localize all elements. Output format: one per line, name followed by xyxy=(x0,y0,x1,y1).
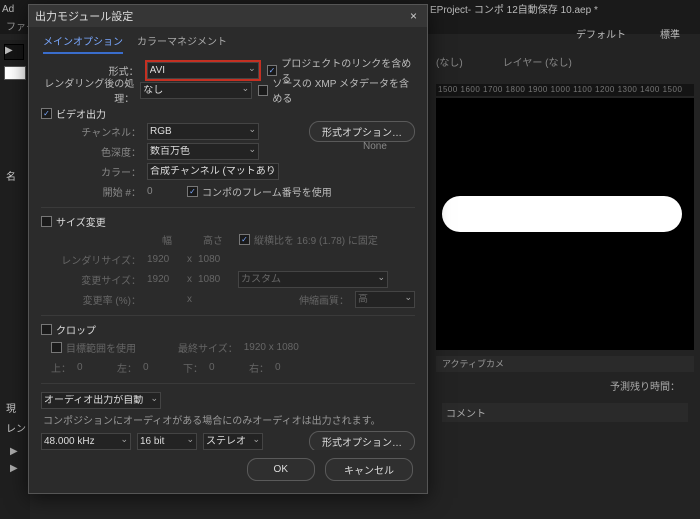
audio-hz-select[interactable]: 48.000 kHz xyxy=(41,433,131,450)
predicted-time-label: 予測残り時間： xyxy=(442,378,688,393)
format-select[interactable]: AVI xyxy=(147,62,259,79)
play-icon[interactable]: ▶ xyxy=(10,446,18,457)
width-header: 幅 xyxy=(147,232,187,247)
height-header: 高さ xyxy=(193,232,233,247)
render-progress-pill xyxy=(442,196,682,232)
audio-format-options-button[interactable]: 形式オプション… xyxy=(309,431,415,451)
start-number-input[interactable] xyxy=(147,186,181,197)
crop-top-label: 上： xyxy=(51,360,71,375)
tab-color-management[interactable]: カラーマネジメント xyxy=(137,33,227,54)
dialog-titlebar: 出力モジュール設定 × xyxy=(29,5,427,27)
name-column-header: 名 xyxy=(6,168,16,183)
final-size-value: 1920 x 1080 xyxy=(244,342,299,353)
video-output-checkbox[interactable] xyxy=(41,108,52,119)
render-label: レン xyxy=(6,420,26,435)
codec-none-text: None xyxy=(363,141,387,152)
resize-height xyxy=(198,274,232,285)
audio-mode-select[interactable]: ステレオ xyxy=(203,433,263,450)
resize-preset-select: カスタム xyxy=(238,271,388,288)
crop-right-label: 右： xyxy=(249,360,269,375)
close-icon[interactable]: × xyxy=(406,9,421,23)
start-number-label: 開始 #： xyxy=(51,184,141,199)
bottom-tab-active-camera[interactable]: アクティブカメ xyxy=(442,357,504,371)
use-comp-frame-checkbox[interactable]: コンポのフレーム番号を使用 xyxy=(187,184,332,199)
window-title: EProject- コンポ 12自動保存 10.aep * xyxy=(430,1,598,16)
viewer-tabs: (なし) レイヤー (なし) xyxy=(436,54,572,69)
resize-pct-h xyxy=(198,294,232,305)
resize-width xyxy=(147,274,181,285)
color-select[interactable]: 合成チャンネル (マットあり) xyxy=(147,163,279,180)
resize-label: サイズ変更 xyxy=(56,214,106,229)
format-options-button[interactable]: 形式オプション… xyxy=(309,121,415,142)
lock-aspect-label: 縦横比を 16:9 (1.78) に固定 xyxy=(254,232,378,247)
viewer-tab-layer[interactable]: レイヤー (なし) xyxy=(503,54,572,69)
crop-checkbox[interactable] xyxy=(41,324,52,335)
crop-left-label: 左： xyxy=(117,360,137,375)
use-comp-frame-label: コンポのフレーム番号を使用 xyxy=(202,184,332,199)
viewer-tab-none[interactable]: (なし) xyxy=(436,54,463,69)
ok-button[interactable]: OK xyxy=(247,458,315,481)
crop-top xyxy=(77,362,111,373)
depth-label: 色深度： xyxy=(51,144,141,159)
final-size-label: 最終サイズ： xyxy=(178,340,238,355)
workspace-standard[interactable]: 標準 xyxy=(652,24,688,43)
checkbox-icon xyxy=(51,342,62,353)
resize-pct-label: 変更率 (%)： xyxy=(51,292,141,307)
timeline-play-icons: ▶ ▶ xyxy=(10,446,18,474)
render-size-label: レンダリサイズ： xyxy=(51,252,141,267)
checkbox-icon xyxy=(239,234,250,245)
resize-checkbox[interactable] xyxy=(41,216,52,227)
workspace-switcher[interactable]: デフォルト 標準 xyxy=(568,24,688,43)
project-thumbnail xyxy=(4,66,26,80)
bottom-panel: アクティブカメ 予測残り時間： コメント xyxy=(436,356,694,509)
audio-output-mode-select[interactable]: オーディオ出力が自動 xyxy=(41,392,161,409)
checkbox-icon xyxy=(258,85,268,96)
channel-label: チャンネル： xyxy=(51,124,141,139)
audio-bit-select[interactable]: 16 bit xyxy=(137,433,197,450)
play-icon[interactable]: ▶ xyxy=(10,463,18,474)
video-output-label: ビデオ出力 xyxy=(56,106,106,121)
scaling-quality-label: 伸縮画質： xyxy=(299,292,349,307)
dialog-tabs: メインオプション カラーマネジメント xyxy=(29,27,427,54)
cancel-button[interactable]: キャンセル xyxy=(325,458,413,481)
tab-main-options[interactable]: メインオプション xyxy=(43,33,123,54)
resize-pct-w xyxy=(147,294,181,305)
crop-left xyxy=(143,362,177,373)
depth-select[interactable]: 数百万色 xyxy=(147,143,259,160)
postrender-label: レンダリング後の処理： xyxy=(41,75,134,105)
lock-aspect-checkbox: 縦横比を 16:9 (1.78) に固定 xyxy=(239,232,378,247)
include-xmp-checkbox[interactable]: ソースの XMP メタデータを含める xyxy=(258,75,415,105)
crop-bottom xyxy=(209,362,243,373)
comment-header: コメント xyxy=(442,403,688,422)
checkbox-icon xyxy=(267,65,278,76)
crop-bottom-label: 下： xyxy=(183,360,203,375)
color-label: カラー： xyxy=(51,164,141,179)
render-width xyxy=(147,254,181,265)
current-label: 現 xyxy=(6,400,16,415)
tool-arrow-icon[interactable]: ▶ xyxy=(4,44,24,60)
timeline-ruler: 1500 1600 1700 1800 1900 1000 1100 1200 … xyxy=(436,84,694,96)
checkbox-icon xyxy=(187,186,198,197)
crop-label: クロップ xyxy=(56,322,96,337)
resize-size-label: 変更サイズ： xyxy=(51,272,141,287)
crop-right xyxy=(275,362,309,373)
highlight-format: AVI xyxy=(145,60,261,81)
channel-select[interactable]: RGB xyxy=(147,123,259,140)
dialog-title: 出力モジュール設定 xyxy=(35,8,133,24)
include-xmp-label: ソースの XMP メタデータを含める xyxy=(272,75,415,105)
postrender-select[interactable]: なし xyxy=(140,82,252,99)
use-roi-checkbox: 目標範囲を使用 xyxy=(51,340,136,355)
use-roi-label: 目標範囲を使用 xyxy=(66,340,136,355)
workspace-default[interactable]: デフォルト xyxy=(568,24,634,43)
scaling-quality-select: 高 xyxy=(355,291,415,308)
render-height xyxy=(198,254,232,265)
output-module-settings-dialog: 出力モジュール設定 × メインオプション カラーマネジメント 形式： AVI プ… xyxy=(28,4,428,494)
audio-note: コンポジションにオーディオがある場合にのみオーディオは出力されます。 xyxy=(41,410,415,431)
